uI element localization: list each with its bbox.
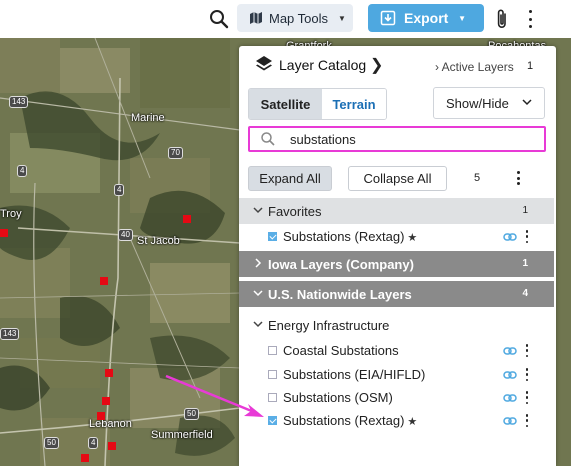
more-options-icon[interactable] (514, 171, 522, 185)
chevron-down-icon (522, 99, 532, 106)
link-icon[interactable] (503, 415, 517, 427)
star-icon: ★ (407, 232, 418, 244)
town-label: Marine (131, 112, 165, 124)
highway-shield: 70 (168, 147, 183, 159)
more-options-icon[interactable] (523, 368, 531, 381)
highway-shield: 4 (88, 437, 99, 449)
layer-row[interactable]: Substations (OSM) (239, 387, 554, 409)
chevron-right-icon[interactable]: ❯ (370, 55, 383, 75)
export-label: Export (404, 10, 449, 26)
layer-row[interactable]: Coastal Substations (239, 340, 554, 362)
link-icon[interactable] (503, 345, 517, 357)
chevron-down-icon: ▼ (338, 13, 346, 23)
chevron-down-icon[interactable]: ▼ (458, 14, 466, 23)
search-icon (261, 132, 275, 146)
paperclip-icon[interactable] (494, 8, 510, 30)
highway-shield: 143 (0, 328, 20, 340)
substation-marker[interactable] (102, 397, 110, 405)
chevron-down-icon (253, 321, 263, 328)
more-options-icon[interactable] (523, 344, 531, 357)
layer-checkbox[interactable] (268, 370, 277, 379)
show-hide-dropdown[interactable]: Show/Hide (433, 87, 545, 119)
panel-title: Layer Catalog (279, 57, 367, 73)
layer-row[interactable]: Substations (Rextag) ★ (239, 226, 554, 248)
layer-label: Substations (EIA/HIFLD) (283, 367, 426, 382)
group-iowa-layers[interactable]: Iowa Layers (Company) 1 (239, 251, 554, 277)
result-count: 5 (474, 172, 481, 184)
substation-marker[interactable] (0, 229, 8, 237)
more-options-icon[interactable] (524, 8, 536, 30)
export-button[interactable]: Export ▼ (368, 4, 484, 32)
group-us-nationwide-layers[interactable]: U.S. Nationwide Layers 4 (239, 281, 554, 307)
town-label: Troy (0, 208, 22, 220)
town-label: St Jacob (137, 235, 180, 247)
map-tools-label: Map Tools (269, 10, 329, 26)
highway-shield: 143 (9, 96, 29, 108)
substation-marker[interactable] (100, 277, 108, 285)
layer-checkbox[interactable] (268, 232, 277, 241)
basemap-option-satellite[interactable]: Satellite (249, 89, 322, 119)
layers-icon (256, 56, 272, 71)
highway-shield: 4 (114, 184, 125, 196)
star-icon: ★ (407, 416, 418, 428)
layer-search-input[interactable] (290, 131, 530, 147)
link-icon[interactable] (503, 369, 517, 381)
group-count: 1 (522, 258, 528, 269)
town-label: Summerfield (151, 429, 213, 441)
layer-checkbox[interactable] (268, 346, 277, 355)
link-icon[interactable] (503, 231, 517, 243)
active-layers-link[interactable]: › Active Layers (435, 60, 514, 74)
layer-checkbox[interactable] (268, 393, 277, 402)
group-energy-infrastructure[interactable]: Energy Infrastructure (239, 312, 554, 338)
substation-marker[interactable] (183, 215, 191, 223)
layer-row[interactable]: Substations (EIA/HIFLD) (239, 364, 554, 386)
layer-catalog-panel: Layer Catalog ❯ › Active Layers 1 Satell… (239, 46, 556, 466)
town-label: Lebanon (89, 418, 132, 430)
substation-marker[interactable] (97, 412, 105, 420)
basemap-option-terrain[interactable]: Terrain (322, 89, 386, 119)
show-hide-label: Show/Hide (446, 95, 509, 111)
download-icon (380, 10, 396, 26)
layer-label: Coastal Substations (283, 343, 399, 358)
active-layers-label: Active Layers (441, 60, 514, 74)
layer-label: Substations (OSM) (283, 390, 393, 405)
group-count: 4 (522, 288, 528, 299)
chevron-right-icon (255, 258, 262, 268)
group-label: Iowa Layers (Company) (268, 257, 414, 272)
group-favorites[interactable]: Favorites 1 (239, 198, 554, 224)
layer-checkbox[interactable] (268, 416, 277, 425)
highway-shield: 40 (118, 229, 133, 241)
group-count: 1 (522, 205, 528, 216)
top-toolbar: Map Tools ▼ Export ▼ (0, 0, 571, 38)
highway-shield: 4 (17, 165, 28, 177)
substation-marker[interactable] (81, 454, 89, 462)
search-icon[interactable] (208, 8, 230, 30)
more-options-icon[interactable] (523, 391, 531, 404)
group-label: Energy Infrastructure (268, 318, 390, 333)
group-label: U.S. Nationwide Layers (268, 287, 412, 302)
layer-search-box (248, 126, 546, 152)
group-label: Favorites (268, 204, 322, 219)
substation-marker[interactable] (105, 369, 113, 377)
layer-label: Substations (Rextag) (283, 413, 405, 428)
layer-label: Substations (Rextag) (283, 229, 405, 244)
chevron-down-icon (253, 290, 263, 297)
active-layers-count: 1 (527, 60, 534, 72)
panel-header: Layer Catalog ❯ › Active Layers 1 (239, 46, 556, 82)
layer-row[interactable]: Substations (Rextag) ★ (239, 410, 554, 432)
substation-marker[interactable] (108, 442, 116, 450)
highway-shield: 50 (44, 437, 59, 449)
basemap-toggle: Satellite Terrain (248, 88, 387, 120)
map-icon (250, 12, 262, 24)
more-options-icon[interactable] (523, 414, 531, 427)
more-options-icon[interactable] (523, 230, 531, 243)
highway-shield: 50 (184, 408, 199, 420)
link-icon[interactable] (503, 392, 517, 404)
map-tools-button[interactable]: Map Tools ▼ (237, 4, 353, 32)
chevron-down-icon (253, 207, 263, 214)
collapse-all-button[interactable]: Collapse All (348, 166, 447, 191)
expand-all-button[interactable]: Expand All (248, 166, 332, 191)
